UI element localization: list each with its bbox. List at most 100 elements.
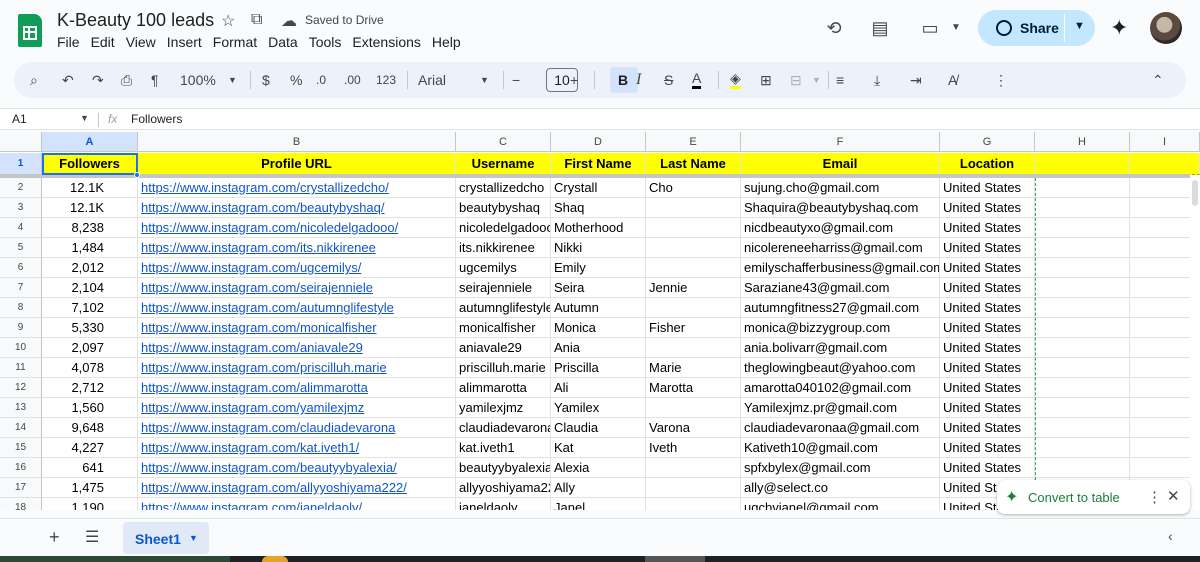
print-icon[interactable]: ⎙: [121, 70, 132, 90]
empty-cell[interactable]: [1035, 398, 1130, 418]
meet-video-icon[interactable]: ▭: [918, 16, 942, 40]
increase-font-size-icon[interactable]: +: [570, 70, 578, 90]
username-cell[interactable]: nicoledelgadooo: [456, 218, 551, 238]
name-box[interactable]: A1: [12, 112, 27, 126]
profile-url-link[interactable]: https://www.instagram.com/beautybyshaq/: [138, 198, 456, 218]
row-header-18[interactable]: 18: [0, 498, 42, 510]
first-name-cell[interactable]: Shaq: [551, 198, 646, 218]
first-name-cell[interactable]: Crystall: [551, 178, 646, 198]
empty-cell[interactable]: [1035, 218, 1130, 238]
last-name-cell[interactable]: [646, 338, 741, 358]
row-header-10[interactable]: 10: [0, 338, 42, 358]
email-cell[interactable]: emilyschafferbusiness@gmail.com: [741, 258, 940, 278]
email-cell[interactable]: Shaquira@beautybyshaq.com: [741, 198, 940, 218]
last-name-cell[interactable]: [646, 478, 741, 498]
profile-url-link[interactable]: https://www.instagram.com/janeldaoly/: [138, 498, 456, 510]
profile-url-link[interactable]: https://www.instagram.com/aniavale29: [138, 338, 456, 358]
location-cell[interactable]: United States: [940, 378, 1035, 398]
row-header-7[interactable]: 7: [0, 278, 42, 298]
row-header-9[interactable]: 9: [0, 318, 42, 338]
username-cell[interactable]: monicalfisher: [456, 318, 551, 338]
last-name-cell[interactable]: [646, 398, 741, 418]
menu-help[interactable]: Help: [432, 34, 466, 50]
email-cell[interactable]: theglowingbeaut@yahoo.com: [741, 358, 940, 378]
first-name-cell[interactable]: Ania: [551, 338, 646, 358]
italic-button[interactable]: I: [636, 70, 641, 90]
last-name-cell[interactable]: Fisher: [646, 318, 741, 338]
location-cell[interactable]: United States: [940, 458, 1035, 478]
more-formats-button[interactable]: 123: [376, 70, 396, 90]
first-name-cell[interactable]: Emily: [551, 258, 646, 278]
paint-format-icon[interactable]: ¶: [151, 70, 159, 90]
username-cell[interactable]: janeldaoly: [456, 498, 551, 510]
column-header-h[interactable]: H: [1035, 132, 1130, 152]
empty-cell[interactable]: [1035, 278, 1130, 298]
username-cell[interactable]: yamilexjmz: [456, 398, 551, 418]
profile-url-link[interactable]: https://www.instagram.com/autumnglifesty…: [138, 298, 456, 318]
email-cell[interactable]: autumngfitness27@gmail.com: [741, 298, 940, 318]
email-cell[interactable]: sujung.cho@gmail.com: [741, 178, 940, 198]
increase-decimal-button[interactable]: .00: [344, 70, 361, 90]
menu-file[interactable]: File: [57, 34, 85, 50]
zoom-select[interactable]: 100%: [180, 70, 216, 90]
last-name-cell[interactable]: [646, 198, 741, 218]
followers-cell[interactable]: 2,097: [42, 338, 138, 358]
header-cell-empty[interactable]: [1130, 153, 1200, 175]
row-header-8[interactable]: 8: [0, 298, 42, 318]
followers-cell[interactable]: 5,330: [42, 318, 138, 338]
vertical-align-icon[interactable]: ⤓: [874, 70, 880, 90]
email-cell[interactable]: Saraziane43@gmail.com: [741, 278, 940, 298]
username-cell[interactable]: its.nikkirenee: [456, 238, 551, 258]
profile-url-link[interactable]: https://www.instagram.com/its.nikkirenee: [138, 238, 456, 258]
all-sheets-icon[interactable]: ☰: [85, 527, 99, 547]
location-cell[interactable]: United States: [940, 238, 1035, 258]
first-name-cell[interactable]: Kat: [551, 438, 646, 458]
location-cell[interactable]: United States: [940, 398, 1035, 418]
star-icon[interactable]: ☆: [221, 11, 235, 31]
empty-cell[interactable]: [1035, 258, 1130, 278]
email-cell[interactable]: monica@bizzygroup.com: [741, 318, 940, 338]
column-header-i[interactable]: I: [1130, 132, 1200, 152]
fill-handle[interactable]: [134, 172, 140, 178]
horizontal-align-icon[interactable]: ≡: [836, 70, 844, 90]
document-title[interactable]: K-Beauty 100 leads: [57, 10, 214, 31]
more-options-icon[interactable]: ⋮: [994, 70, 1008, 90]
first-name-cell[interactable]: Yamilex: [551, 398, 646, 418]
empty-cell[interactable]: [1035, 338, 1130, 358]
menu-format[interactable]: Format: [213, 34, 262, 50]
column-header-a[interactable]: A: [42, 132, 138, 152]
empty-cell[interactable]: [1035, 318, 1130, 338]
location-cell[interactable]: United States: [940, 438, 1035, 458]
email-cell[interactable]: nicolereneeharriss@gmail.com: [741, 238, 940, 258]
sheet-grid[interactable]: A B C D E F G H I 1 2 3 4 5 6 7 8 9 10 11 12 13 14 15 16 17 18 Foll…: [0, 132, 1200, 510]
profile-url-link[interactable]: https://www.instagram.com/yamilexjmz: [138, 398, 456, 418]
first-name-cell[interactable]: Seira: [551, 278, 646, 298]
location-cell[interactable]: United States: [940, 318, 1035, 338]
followers-cell[interactable]: 12.1K: [42, 198, 138, 218]
followers-cell[interactable]: 7,102: [42, 298, 138, 318]
text-wrapping-icon[interactable]: ⇥: [910, 70, 922, 90]
decrease-font-size-icon[interactable]: −: [512, 70, 520, 90]
followers-cell[interactable]: 8,238: [42, 218, 138, 238]
first-name-cell[interactable]: Ali: [551, 378, 646, 398]
email-cell[interactable]: ugcbyjanel@gmail.com: [741, 498, 940, 510]
formula-input[interactable]: Followers: [131, 112, 182, 126]
empty-cell[interactable]: [1035, 378, 1130, 398]
email-cell[interactable]: nicdbeautyxo@gmail.com: [741, 218, 940, 238]
username-cell[interactable]: autumnglifestyle: [456, 298, 551, 318]
profile-url-link[interactable]: https://www.instagram.com/kat.iveth1/: [138, 438, 456, 458]
first-name-cell[interactable]: Ally: [551, 478, 646, 498]
profile-url-link[interactable]: https://www.instagram.com/beautyybyalexi…: [138, 458, 456, 478]
menu-data[interactable]: Data: [268, 34, 303, 50]
last-name-cell[interactable]: Varona: [646, 418, 741, 438]
row-header-5[interactable]: 5: [0, 238, 42, 258]
row-header-16[interactable]: 16: [0, 458, 42, 478]
search-menus-icon[interactable]: ⌕: [30, 70, 38, 90]
text-rotation-icon[interactable]: A̸: [948, 70, 957, 90]
fill-color-icon[interactable]: ◈: [730, 70, 741, 89]
gemini-sparkle-icon[interactable]: ✦: [1110, 15, 1128, 41]
followers-cell[interactable]: 1,190: [42, 498, 138, 510]
merge-cells-icon[interactable]: ⊟: [790, 70, 802, 90]
zoom-dropdown-icon[interactable]: ▼: [228, 70, 237, 90]
row-header-4[interactable]: 4: [0, 218, 42, 238]
